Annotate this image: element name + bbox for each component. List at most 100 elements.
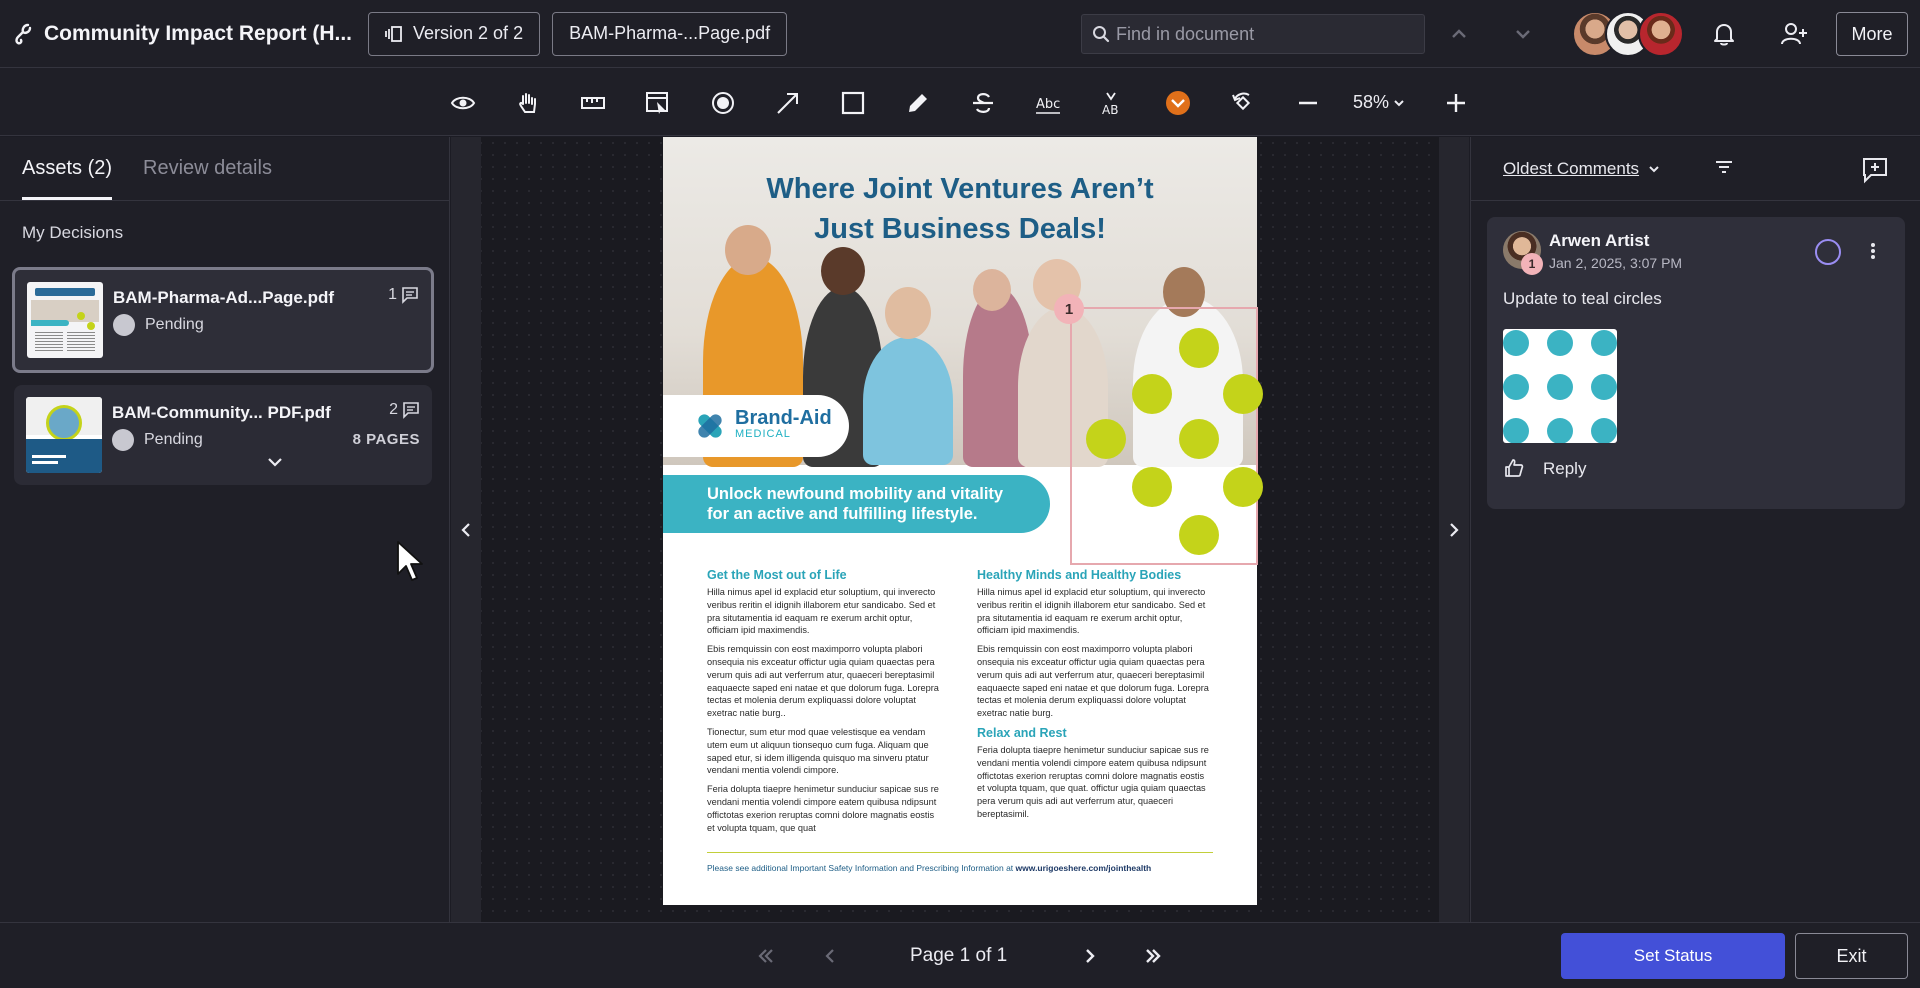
banner-line: Unlock newfound mobility and vitality (707, 485, 1004, 503)
add-user-icon[interactable] (1780, 20, 1808, 48)
exit-button[interactable]: Exit (1795, 933, 1908, 979)
zoom-out-icon[interactable] (1295, 90, 1321, 116)
banner-line: for an active and fulfilling lifestyle. (707, 505, 978, 523)
record-icon[interactable] (710, 90, 736, 116)
versions-icon (385, 25, 402, 42)
comment-count-value: 1 (388, 286, 397, 303)
asset-name: BAM-Community... PDF.pdf (112, 403, 331, 422)
comment-attachment-image[interactable] (1503, 329, 1617, 443)
comment-icon (403, 402, 419, 419)
column-paragraph: Hilla nimus apel id explacid etur solupt… (707, 587, 936, 636)
column-heading: Get the Most out of Life (707, 568, 847, 582)
filter-icon[interactable] (1713, 156, 1735, 178)
asset-card[interactable]: BAM-Community... PDF.pdf Pending 2 8 PAG… (14, 385, 432, 485)
insert-text-icon[interactable]: AB (1100, 90, 1126, 116)
comment-number-badge: 1 (1521, 253, 1543, 275)
collapse-right-panel-button[interactable] (1439, 137, 1469, 922)
replace-text-icon[interactable]: Abc (1035, 90, 1061, 116)
chevron-left-icon (461, 522, 470, 537)
app-logo-icon[interactable] (12, 23, 34, 45)
next-match-icon[interactable] (1511, 22, 1535, 46)
status-label: Pending (144, 431, 203, 448)
ruler-icon[interactable] (580, 90, 606, 116)
add-comment-icon[interactable] (1861, 156, 1889, 184)
collaborator-avatar[interactable] (1638, 11, 1684, 57)
teal-circle (1591, 374, 1617, 400)
select-area-icon[interactable] (645, 90, 671, 116)
last-page-icon[interactable] (1141, 944, 1165, 968)
document-title: Community Impact Report (H... (44, 21, 353, 45)
column-paragraph: Feria dolupta tiaepre henimetur sunduciu… (977, 744, 1209, 819)
page-indicator: Page 1 of 1 (910, 945, 1008, 966)
comment-icon (402, 287, 418, 304)
green-circle (1223, 374, 1263, 414)
more-button[interactable]: More (1836, 12, 1908, 56)
article-column: Get the Most out of Life Hilla nimus ape… (707, 568, 943, 840)
page-count: 8 PAGES (352, 431, 420, 448)
green-circle (1086, 419, 1126, 459)
kebab-menu-icon[interactable] (1869, 241, 1877, 261)
green-circle (1179, 419, 1219, 459)
tab-review-details[interactable]: Review details (143, 157, 272, 180)
asset-thumbnail (27, 282, 103, 358)
first-page-icon[interactable] (754, 944, 778, 968)
footer-link[interactable]: www.urigoeshere.com/jointhealth (1016, 863, 1152, 873)
teal-circle (1591, 418, 1617, 443)
article-column: Healthy Minds and Healthy Bodies Hilla n… (977, 568, 1213, 827)
collaborators-avatars[interactable] (1572, 11, 1684, 57)
strikethrough-icon[interactable] (970, 90, 996, 116)
chevron-down-icon[interactable] (266, 453, 284, 471)
annotation-toolbar: Abc AB 58% (0, 68, 1920, 136)
asset-card[interactable]: BAM-Pharma-Ad...Page.pdf Pending 1 (12, 267, 434, 373)
resolve-toggle[interactable] (1815, 239, 1841, 265)
section-heading: My Decisions (22, 223, 124, 242)
column-heading: Relax and Rest (977, 725, 1067, 740)
panel-tabs: Assets (2) Review details (0, 137, 449, 201)
next-page-icon[interactable] (1078, 944, 1102, 968)
rotate-icon[interactable] (1230, 90, 1256, 116)
zoom-select[interactable]: 58% (1353, 92, 1405, 113)
comment-count: 1 (388, 286, 419, 304)
svg-text:Abc: Abc (1036, 97, 1060, 112)
column-paragraph: Hilla nimus apel id explacid etur solupt… (977, 587, 1206, 636)
stamp-icon[interactable] (1165, 90, 1191, 116)
tab-assets[interactable]: Assets (2) (22, 157, 113, 200)
footer-disclaimer: Please see additional Important Safety I… (707, 863, 1151, 873)
markup-number-marker[interactable]: 1 (1054, 294, 1084, 324)
column-paragraph: Tionectur, sum etur mod quae velestisque… (707, 726, 929, 776)
set-status-button[interactable]: Set Status (1561, 933, 1785, 979)
reply-button[interactable]: Reply (1543, 459, 1586, 479)
comment-timestamp: Jan 2, 2025, 3:07 PM (1549, 255, 1683, 271)
eye-icon[interactable] (450, 90, 476, 116)
thumbs-up-icon[interactable] (1503, 457, 1525, 479)
comment-count-value: 2 (389, 401, 398, 418)
file-switch-button[interactable]: BAM-Pharma-...Page.pdf (552, 11, 788, 56)
previous-page-icon[interactable] (818, 944, 842, 968)
collapse-left-panel-button[interactable] (451, 137, 481, 922)
pencil-icon[interactable] (905, 90, 931, 116)
page-navigation-bar: Page 1 of 1 Set Status Exit (0, 922, 1920, 988)
bandage-icon (698, 414, 722, 438)
zoom-in-icon[interactable] (1443, 90, 1469, 116)
zoom-label: 58% (1353, 92, 1390, 112)
footer-divider (707, 852, 1213, 853)
comment-card[interactable]: 1 Arwen Artist Jan 2, 2025, 3:07 PM Upda… (1487, 217, 1905, 509)
arrow-icon[interactable] (775, 90, 801, 116)
bell-icon[interactable] (1710, 20, 1738, 48)
version-button[interactable]: Version 2 of 2 (368, 11, 541, 56)
sort-comments-dropdown[interactable]: Oldest Comments (1503, 159, 1661, 179)
status-dot (113, 314, 135, 336)
rectangle-icon[interactable] (840, 90, 866, 116)
comment-text: Update to teal circles (1503, 289, 1662, 308)
green-circle (1179, 328, 1219, 368)
comments-header: Oldest Comments (1471, 137, 1920, 201)
status-dot (112, 429, 134, 451)
document-headline: Where Joint Ventures Aren’t Just Busines… (663, 169, 1257, 249)
brand-logo: Brand-Aid MEDICAL (663, 395, 849, 457)
file-label: BAM-Pharma-...Page.pdf (569, 23, 771, 43)
find-in-document-field[interactable]: Find in document (1081, 14, 1425, 54)
hand-icon[interactable] (515, 90, 541, 116)
teal-circle (1503, 418, 1529, 443)
previous-match-icon[interactable] (1447, 22, 1471, 46)
assets-panel: Assets (2) Review details My Decisions B… (0, 137, 450, 922)
